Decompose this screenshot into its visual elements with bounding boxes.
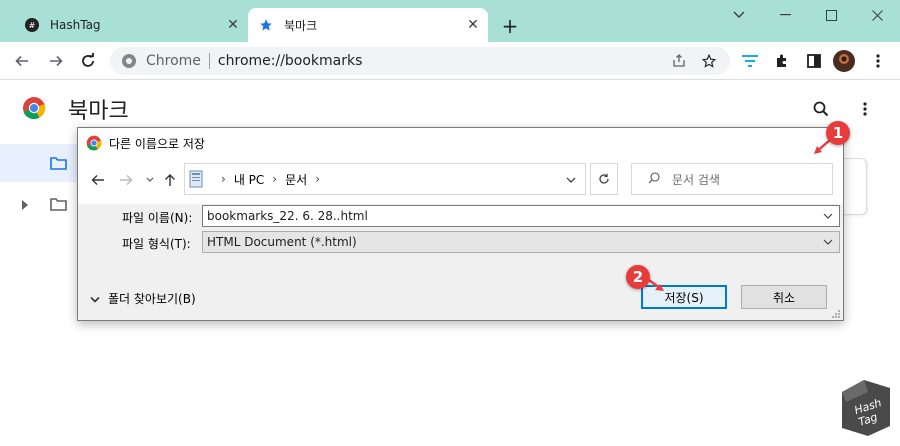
dialog-navigation-bar: › 내 PC › 문서 › 문서 검색 — [78, 158, 843, 204]
tab-search-chevron-icon[interactable] — [716, 0, 762, 30]
chevron-down-icon[interactable] — [821, 209, 835, 223]
star-icon — [258, 17, 274, 33]
refresh-icon[interactable] — [590, 163, 618, 195]
search-placeholder: 문서 검색 — [672, 172, 720, 187]
close-tab-icon[interactable]: ✕ — [224, 16, 242, 34]
breadcrumb-separator-icon: › — [272, 172, 278, 186]
expand-arrow-icon[interactable] — [22, 199, 28, 213]
filetype-label: 파일 형식(T): — [122, 237, 191, 251]
side-panel-icon[interactable] — [800, 47, 828, 75]
folder-icon — [50, 197, 67, 214]
folder-icon — [50, 156, 67, 173]
hashtag-watermark-logo: Hash Tag — [838, 378, 894, 438]
url-text[interactable]: chrome://bookmarks — [218, 53, 362, 69]
hashtag-favicon-icon: # — [24, 17, 40, 33]
extensions-puzzle-icon[interactable] — [768, 47, 796, 75]
breadcrumb-separator-icon: › — [221, 172, 226, 186]
back-arrow-icon[interactable] — [8, 47, 36, 75]
filter-extension-icon[interactable] — [736, 47, 764, 75]
filename-field[interactable]: bookmarks_22. 6. 28..html — [202, 205, 840, 227]
bookmark-star-icon[interactable] — [698, 50, 720, 72]
svg-text:#: # — [29, 21, 36, 30]
filetype-value: HTML Document (*.html) — [207, 235, 357, 249]
forward-arrow-icon[interactable] — [42, 47, 70, 75]
save-as-dialog: 다른 이름으로 저장 › 내 PC › 문서 › 문서 검색 파일 이름(N):… — [77, 127, 844, 321]
breadcrumb-documents[interactable]: 문서 — [285, 171, 307, 188]
filetype-select[interactable]: HTML Document (*.html) — [202, 231, 840, 253]
browse-folders-toggle[interactable]: 폴더 찾아보기(B) — [90, 290, 196, 307]
profile-avatar[interactable] — [830, 47, 858, 75]
dialog-titlebar: 다른 이름으로 저장 — [78, 128, 843, 158]
cancel-button[interactable]: 취소 — [741, 285, 827, 309]
browser-toolbar: Chrome chrome://bookmarks — [0, 42, 900, 80]
reload-icon[interactable] — [74, 47, 102, 75]
step-marker-2: 2 — [626, 265, 650, 289]
dialog-title: 다른 이름으로 저장 — [109, 136, 205, 151]
browse-folders-label: 폴더 찾아보기(B) — [108, 292, 196, 306]
tab-title: HashTag — [50, 18, 101, 32]
site-chip-label: Chrome — [146, 53, 201, 69]
sidebar-folder-bookmarks-bar[interactable] — [0, 144, 78, 182]
chrome-menu-icon[interactable] — [864, 47, 892, 75]
page-title: 북마크 — [68, 99, 129, 124]
tab-strip: # HashTag ✕ 북마크 ✕ + — [0, 0, 900, 42]
chrome-icon — [86, 135, 102, 151]
tab-title: 북마크 — [284, 18, 318, 33]
bookmark-list-card — [840, 158, 867, 215]
close-window-button[interactable] — [854, 0, 900, 30]
tab-hashtag[interactable]: # HashTag ✕ — [14, 8, 248, 42]
breadcrumb-pc[interactable]: 내 PC — [234, 171, 264, 188]
chevron-down-icon[interactable] — [563, 172, 579, 188]
folder-search-input[interactable]: 문서 검색 — [631, 163, 833, 195]
sidebar-folder-other[interactable] — [0, 185, 78, 223]
up-arrow-icon[interactable] — [160, 170, 180, 190]
address-breadcrumb[interactable]: › 내 PC › 문서 › — [184, 163, 586, 195]
minimize-button[interactable] — [762, 0, 808, 30]
address-bar[interactable]: Chrome chrome://bookmarks — [110, 47, 730, 75]
chrome-site-icon — [120, 52, 138, 70]
recent-locations-chevron-icon[interactable] — [140, 170, 160, 190]
new-tab-button[interactable]: + — [498, 14, 522, 38]
chrome-logo — [22, 96, 46, 120]
share-icon[interactable] — [668, 50, 690, 72]
more-options-icon[interactable] — [852, 96, 878, 122]
chevron-down-icon — [90, 293, 102, 305]
forward-arrow-icon[interactable] — [116, 170, 136, 190]
resize-grip-icon[interactable] — [831, 308, 841, 318]
maximize-button[interactable] — [808, 0, 854, 30]
search-icon[interactable] — [808, 96, 834, 122]
filename-value[interactable]: bookmarks_22. 6. 28..html — [207, 209, 368, 223]
computer-icon — [189, 170, 205, 188]
step-marker-1: 1 — [826, 121, 850, 145]
close-tab-icon[interactable]: ✕ — [464, 16, 482, 34]
breadcrumb-separator-icon: › — [315, 172, 321, 186]
back-arrow-icon[interactable] — [88, 170, 108, 190]
chevron-down-icon[interactable] — [821, 235, 835, 249]
search-icon — [648, 172, 662, 186]
tab-bookmarks[interactable]: 북마크 ✕ — [248, 8, 488, 42]
omnibox-divider — [208, 53, 210, 69]
filename-label: 파일 이름(N): — [122, 211, 193, 225]
